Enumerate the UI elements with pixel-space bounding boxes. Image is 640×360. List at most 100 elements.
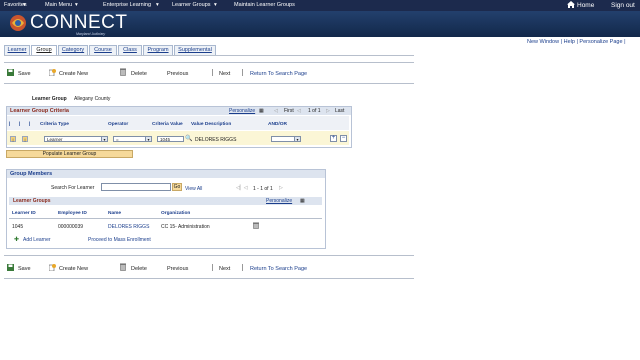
col-organization[interactable]: Organization — [161, 211, 190, 216]
criteria-type-select[interactable]: Learner ▾ — [44, 136, 108, 142]
row-trash-icon[interactable] — [253, 222, 259, 231]
col-and-or[interactable]: AND/OR — [268, 122, 287, 127]
next-button[interactable]: Next — [219, 71, 230, 77]
create-new-button[interactable]: Create New — [59, 71, 88, 77]
home-icon[interactable] — [567, 1, 575, 10]
operator-value: = — [116, 137, 119, 142]
grid-view-icon[interactable]: ▦ — [300, 198, 305, 204]
toolbar-separator — [242, 264, 243, 271]
col-operator[interactable]: Operator — [108, 122, 128, 127]
criteria-type-value: Learner — [47, 137, 63, 142]
nav-separator: ▾ — [75, 2, 78, 8]
bottom-delete-button[interactable]: Delete — [131, 266, 147, 272]
col-learner-id[interactable]: Learner ID — [12, 211, 36, 216]
search-for-learner-label: Search For Learner — [51, 185, 95, 191]
criteria-first[interactable]: First — [284, 108, 294, 114]
tab-category[interactable]: Category — [58, 45, 88, 55]
value-description: DELORES RIGGS — [195, 137, 237, 143]
criteria-value-input[interactable]: 1045 — [157, 136, 184, 142]
col-marker: | — [29, 122, 31, 127]
create-new-icon[interactable] — [48, 264, 56, 273]
row-employee-id: 000000039 — [58, 224, 84, 230]
nav-learner-groups[interactable]: Learner Groups — [172, 2, 211, 8]
learner-groups-title: Learner Groups — [13, 198, 51, 204]
tab-supplemental[interactable]: Supplemental — [174, 45, 216, 55]
signout-link[interactable]: Sign out — [611, 2, 635, 9]
learner-group-value: Allegany County — [74, 96, 111, 102]
group-members-title: Group Members — [7, 170, 325, 178]
go-button[interactable]: Go — [172, 183, 182, 191]
previous-button[interactable]: Previous — [167, 71, 188, 77]
add-row-icon[interactable]: + — [330, 135, 337, 142]
lookup-search-icon[interactable]: 🔍 — [185, 135, 192, 142]
chevron-down-icon: ▾ — [101, 137, 107, 142]
nav-enterprise-learning[interactable]: Enterprise Learning — [103, 2, 151, 8]
col-name[interactable]: Name — [108, 211, 121, 216]
row-action-button[interactable]: | — [22, 136, 28, 142]
bottom-previous-button[interactable]: Previous — [167, 266, 188, 272]
tab-class[interactable]: Class — [118, 45, 142, 55]
populate-learner-group-button[interactable]: Populate Learner Group — [6, 150, 133, 158]
return-to-search-link[interactable]: Return To Search Page — [250, 71, 307, 77]
col-employee-id[interactable]: Employee ID — [58, 211, 87, 216]
row-learner-id: 1045 — [12, 224, 24, 230]
prev-arrow-icon[interactable]: ◁ — [297, 108, 301, 114]
bottom-save-button[interactable]: Save — [18, 266, 31, 272]
row-insert-button[interactable]: | — [10, 136, 16, 142]
criteria-last[interactable]: Last — [335, 108, 344, 114]
save-icon[interactable] — [7, 264, 14, 273]
learner-group-label: Learner Group — [32, 96, 67, 102]
personalize-page-link[interactable]: Personalize Page — [579, 39, 622, 45]
chevron-down-icon: ▾ — [145, 137, 151, 142]
col-marker: | — [9, 122, 11, 127]
last-arrow-icon[interactable]: ▷ — [279, 185, 283, 191]
members-personalize-link[interactable]: Personalize — [266, 198, 292, 204]
bottom-next-button[interactable]: Next — [219, 266, 230, 272]
tab-group[interactable]: Group — [31, 45, 57, 55]
tab-learner[interactable]: Learner — [4, 45, 30, 55]
tab-program[interactable]: Program — [143, 45, 173, 55]
criteria-range: 1 of 1 — [308, 108, 321, 114]
home-link[interactable]: Home — [577, 2, 594, 9]
and-or-select[interactable]: ▾ — [271, 136, 301, 142]
toolbar-divider-top — [4, 62, 414, 63]
toolbar-divider-bottom — [4, 83, 414, 84]
add-learner-link[interactable]: Add Learner — [23, 237, 51, 243]
toolbar-separator — [212, 264, 213, 271]
first-prev-arrow-icon[interactable]: ◁ — [274, 108, 278, 114]
banner: CONNECT Maryland Judiciary — [0, 11, 640, 37]
bottom-toolbar-divider — [4, 278, 414, 279]
save-icon[interactable] — [7, 69, 14, 78]
bottom-toolbar-divider-top — [4, 255, 414, 256]
tab-course[interactable]: Course — [89, 45, 117, 55]
search-for-learner-input[interactable] — [101, 183, 171, 191]
create-new-icon[interactable] — [48, 69, 56, 78]
bottom-return-to-search-link[interactable]: Return To Search Page — [250, 266, 307, 272]
row-name-link[interactable]: DELORES RIGGS — [108, 224, 149, 230]
new-window-link[interactable]: New Window — [527, 39, 559, 45]
tab-divider — [4, 55, 414, 56]
save-button[interactable]: Save — [18, 71, 31, 77]
col-criteria-type[interactable]: Criteria Type — [40, 122, 69, 127]
chevron-down-icon: ▾ — [294, 137, 300, 142]
nav-maintain-learner-groups: Maintain Learner Groups — [234, 2, 295, 8]
col-value-description[interactable]: Value Description — [191, 122, 231, 127]
trash-icon[interactable] — [120, 263, 126, 273]
next-arrow-icon[interactable]: ▷ — [326, 108, 330, 114]
mass-enrollment-link[interactable]: Proceed to Mass Enrollment — [88, 237, 151, 243]
operator-select[interactable]: = ▾ — [113, 136, 152, 142]
delete-button[interactable]: Delete — [131, 71, 147, 77]
trash-icon[interactable] — [120, 68, 126, 78]
toolbar-separator — [242, 69, 243, 76]
help-link[interactable]: Help — [564, 39, 575, 45]
criteria-personalize-link[interactable]: Personalize — [229, 108, 255, 114]
first-arrow-icon[interactable]: ◁▏◁ — [236, 185, 248, 191]
add-learner-icon[interactable]: ✚ — [14, 236, 19, 243]
col-criteria-value[interactable]: Criteria Value — [152, 122, 183, 127]
nav-main-menu[interactable]: Main Menu — [45, 2, 72, 8]
grid-view-icon[interactable]: ▦ — [259, 108, 264, 114]
top-nav-bar: Favorites ▾ Main Menu ▾ Enterprise Learn… — [0, 0, 640, 11]
bottom-create-new-button[interactable]: Create New — [59, 266, 88, 272]
delete-row-icon[interactable]: − — [340, 135, 347, 142]
view-all-link[interactable]: View All — [185, 186, 202, 192]
